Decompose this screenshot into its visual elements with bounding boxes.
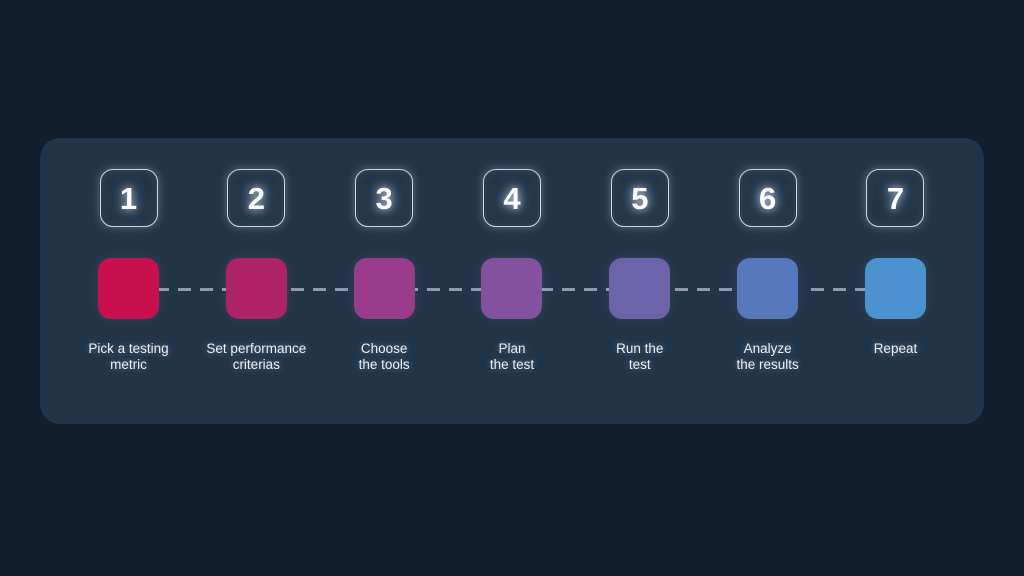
step-label: Repeat — [873, 341, 918, 356]
step-tile-wrapper — [225, 258, 287, 319]
step-number-badge: 2 — [227, 169, 286, 227]
step-color-tile — [864, 258, 926, 319]
step-tile-wrapper — [609, 258, 671, 319]
step-number-badge: 1 — [99, 169, 158, 227]
step-tile-wrapper — [481, 258, 543, 319]
step-number-label: 4 — [503, 180, 521, 216]
step-tile-wrapper — [737, 258, 799, 319]
step-number-badge: 3 — [355, 169, 414, 227]
process-step-5[interactable]: 5 Run the test — [577, 169, 702, 373]
step-number-label: 7 — [886, 180, 905, 216]
step-color-tile — [481, 258, 543, 319]
step-number-badge: 6 — [738, 169, 797, 227]
step-number-badge: 5 — [610, 169, 669, 227]
step-number-label: 2 — [247, 180, 265, 216]
step-label: Run the test — [616, 341, 664, 372]
process-step-3[interactable]: 3 Choose the tools — [322, 169, 447, 373]
step-number-label: 5 — [631, 180, 649, 216]
process-step-7[interactable]: 7 Repeat — [833, 169, 958, 357]
step-label: Choose the tools — [358, 341, 410, 372]
step-tile-wrapper — [864, 258, 926, 319]
step-tile-wrapper — [353, 258, 415, 319]
step-color-tile — [98, 258, 159, 319]
step-number-label: 1 — [119, 180, 138, 216]
process-step-4[interactable]: 4 Plan the test — [449, 169, 574, 373]
step-tile-wrapper — [98, 258, 159, 319]
step-number-label: 6 — [759, 180, 777, 216]
step-number-label: 3 — [375, 180, 393, 216]
step-color-tile — [609, 258, 671, 319]
process-steps-row: 1 Pick a testing metric 2 Set performanc… — [40, 138, 984, 424]
step-number-badge: 7 — [866, 169, 925, 227]
process-step-2[interactable]: 2 Set performance criterias — [194, 169, 319, 373]
process-flow-card: 1 Pick a testing metric 2 Set performanc… — [40, 138, 984, 424]
step-label: Set performance criterias — [206, 341, 307, 372]
process-step-6[interactable]: 6 Analyze the results — [705, 169, 830, 373]
process-step-1[interactable]: 1 Pick a testing metric — [66, 169, 191, 373]
step-color-tile — [353, 258, 415, 319]
step-color-tile — [225, 258, 287, 319]
step-number-badge: 4 — [482, 169, 541, 227]
step-label: Plan the test — [489, 341, 535, 372]
step-color-tile — [737, 258, 799, 319]
step-label: Pick a testing metric — [88, 341, 169, 372]
step-label: Analyze the results — [736, 341, 799, 372]
